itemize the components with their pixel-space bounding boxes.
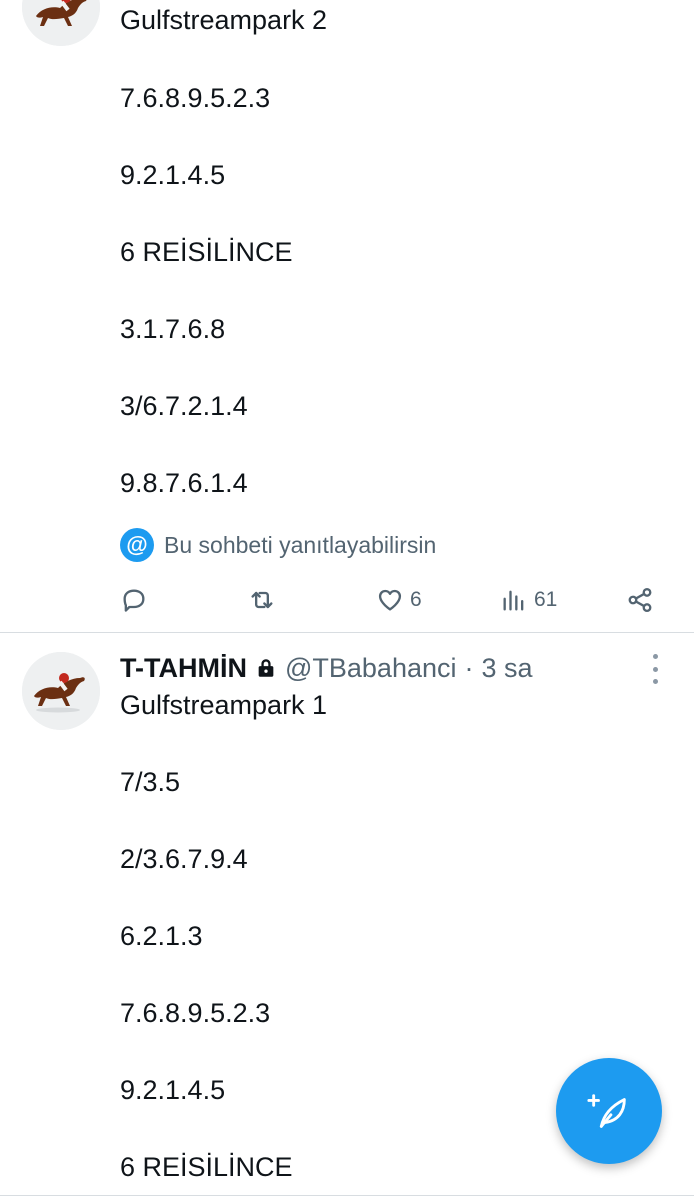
tweet-text-line: 6 REİSİLİNCE <box>120 237 293 267</box>
retweet-icon <box>251 591 273 609</box>
separator-dot: · <box>464 652 474 683</box>
reply-permission-note: @ Bu sohbeti yanıtlayabilirsin <box>120 527 436 563</box>
tweet-divider <box>0 632 694 633</box>
more-options-button[interactable] <box>646 654 664 684</box>
retweet-button[interactable] <box>248 580 276 620</box>
author-handle[interactable]: @TBabahanci <box>285 653 457 684</box>
tweet-text-line: 6 REİSİLİNCE <box>120 1152 293 1182</box>
tweet-text-line: 3.1.7.6.8 <box>120 314 226 344</box>
compose-tweet-button[interactable] <box>556 1058 662 1164</box>
at-mention-icon: @ <box>120 528 154 562</box>
compose-icon <box>587 1094 626 1128</box>
view-count: 61 <box>534 588 558 611</box>
tweet-text-line: 7.6.8.9.5.2.3 <box>120 998 271 1028</box>
lock-icon <box>255 657 277 679</box>
author-name[interactable]: T-TAHMİN <box>120 653 247 684</box>
reply-icon <box>123 589 145 612</box>
tweet-text-line: Gulfstreampark 1 <box>120 690 328 720</box>
tweet-header: T-TAHMİN @TBabahanci · 3 sa <box>120 650 533 686</box>
avatar[interactable] <box>22 652 100 730</box>
tweet-text-line: 6.2.1.3 <box>120 921 203 951</box>
tweet-text-line: 9.8.7.6.1.4 <box>120 468 248 498</box>
bottom-edge-line <box>0 1195 694 1196</box>
tweet-text-line: 9.2.1.4.5 <box>120 160 226 190</box>
like-count: 6 <box>410 588 422 611</box>
tweet-text-line: 3/6.7.2.1.4 <box>120 391 248 421</box>
reply-button[interactable] <box>120 580 148 620</box>
heart-icon <box>378 589 402 611</box>
tweet-text-line: 7/3.5 <box>120 767 181 797</box>
tweet-text-line: 9.2.1.4.5 <box>120 1075 226 1105</box>
more-icon <box>652 654 658 659</box>
horse-avatar-icon <box>22 652 100 730</box>
tweet-actions-bar: 6 61 <box>0 580 694 620</box>
views-button[interactable]: 61 <box>500 580 557 620</box>
tweet-timestamp[interactable]: 3 sa <box>482 653 533 684</box>
avatar[interactable] <box>22 0 100 46</box>
views-icon <box>503 590 524 611</box>
tweet-text-line: 7.6.8.9.5.2.3 <box>120 83 271 113</box>
horse-avatar-icon <box>22 0 100 46</box>
share-icon <box>628 587 652 613</box>
share-button[interactable] <box>626 580 654 620</box>
like-button[interactable]: 6 <box>376 580 422 620</box>
tweet-text-line: Gulfstreampark 2 <box>120 5 328 35</box>
reply-note-text: Bu sohbeti yanıtlayabilirsin <box>164 531 437 558</box>
tweet-text-line: 2/3.6.7.9.4 <box>120 844 248 874</box>
